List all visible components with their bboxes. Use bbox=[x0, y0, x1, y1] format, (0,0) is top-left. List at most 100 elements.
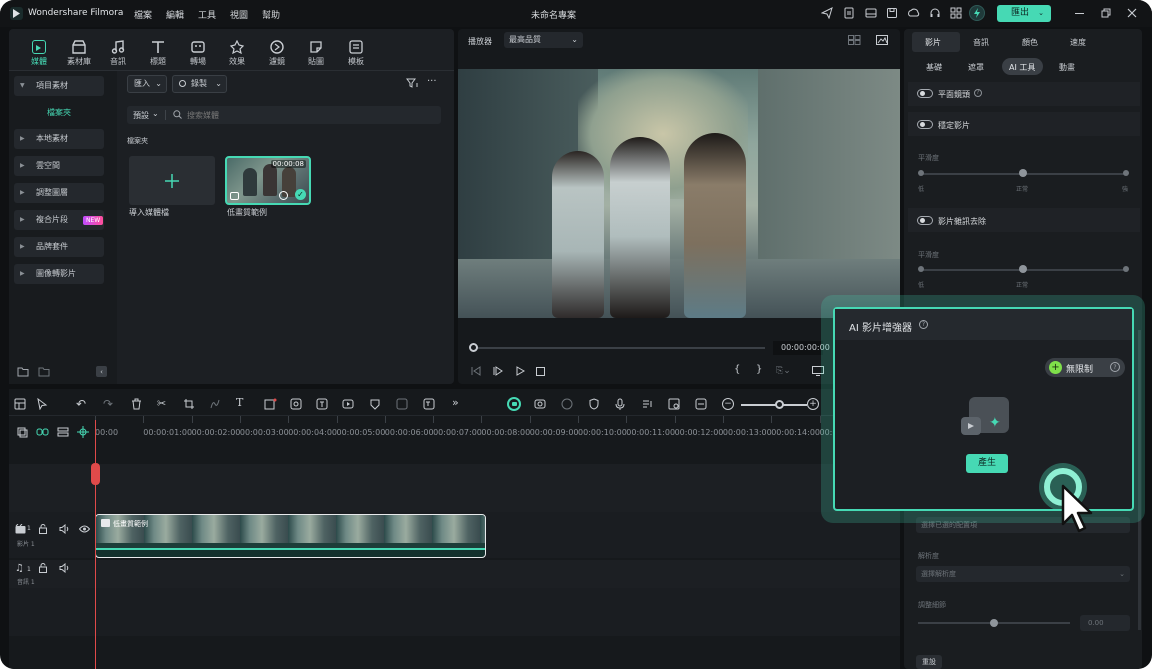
import-dropdown[interactable]: 匯入 ⌄ bbox=[127, 75, 167, 93]
freeze-frame-icon[interactable] bbox=[396, 398, 408, 410]
preset-dropdown[interactable]: 預設 bbox=[133, 110, 149, 121]
stabilize-toggle[interactable] bbox=[917, 120, 933, 129]
zoom-slider[interactable] bbox=[741, 404, 807, 406]
crop-icon[interactable] bbox=[183, 398, 195, 410]
sidebar-item-cloud[interactable]: ▶ 雲空間 bbox=[14, 156, 104, 176]
subtab-mask[interactable]: 遮罩 bbox=[968, 62, 984, 73]
tab-effects[interactable]: 效果 bbox=[217, 40, 257, 67]
shield-icon[interactable] bbox=[588, 398, 600, 410]
scene-detect-icon[interactable] bbox=[534, 398, 547, 410]
tab-audio-props[interactable]: 音訊 bbox=[973, 37, 989, 48]
mark-in-icon[interactable]: { bbox=[734, 364, 740, 375]
fit-timeline-icon[interactable] bbox=[695, 398, 707, 410]
add-track-icon[interactable] bbox=[17, 427, 28, 438]
tab-transition[interactable]: 轉場 bbox=[178, 40, 218, 67]
mute-audio-track-icon[interactable] bbox=[59, 563, 70, 573]
tab-sticker[interactable]: 貼圖 bbox=[296, 40, 336, 67]
cloud-upload-icon[interactable] bbox=[907, 7, 920, 19]
generate-button[interactable]: 產生 bbox=[966, 454, 1008, 473]
filter-sort-icon[interactable] bbox=[406, 78, 418, 88]
denoise-slider-thumb[interactable] bbox=[1019, 265, 1027, 273]
timeline-ruler[interactable]: 00:00 00:00:01:00 00:00:02:00 00:00:03:00 00… bbox=[95, 416, 900, 438]
sidebar-item-local[interactable]: ▶ 本地素材 bbox=[14, 129, 104, 149]
music-edit-icon[interactable] bbox=[641, 398, 653, 410]
sidebar-item-adjustment[interactable]: ▶ 調整圖層 bbox=[14, 183, 104, 203]
menu-view[interactable]: 視圖 bbox=[230, 8, 248, 21]
tab-video[interactable]: 影片 bbox=[925, 37, 941, 48]
tab-stock[interactable]: 素材庫 bbox=[59, 40, 99, 67]
more-options-icon[interactable]: ··· bbox=[427, 76, 437, 87]
quality-dropdown[interactable]: 最高品質 ⌄ bbox=[504, 32, 583, 48]
delete-icon[interactable] bbox=[230, 192, 239, 200]
delete-clip-icon[interactable] bbox=[131, 398, 142, 410]
video-preview[interactable] bbox=[458, 69, 900, 318]
new-folder-icon[interactable] bbox=[17, 367, 29, 377]
undo-icon[interactable]: ↶ bbox=[76, 397, 86, 411]
layout-toggle-icon[interactable] bbox=[14, 398, 26, 410]
ai-assistant-icon[interactable] bbox=[507, 397, 521, 411]
zoom-out-icon[interactable]: − bbox=[722, 398, 734, 410]
document-icon[interactable] bbox=[843, 7, 855, 19]
select-tool-icon[interactable] bbox=[36, 398, 48, 410]
tab-filter[interactable]: 濾鏡 bbox=[257, 40, 297, 67]
audio-detach-icon[interactable] bbox=[209, 398, 221, 410]
marker-icon[interactable]: ⎘⌄ bbox=[776, 366, 791, 376]
playhead[interactable] bbox=[95, 420, 96, 669]
zoom-slider-thumb[interactable] bbox=[775, 400, 784, 409]
menu-edit[interactable]: 編輯 bbox=[166, 8, 184, 21]
save-icon[interactable] bbox=[886, 7, 898, 19]
reset-button[interactable]: 重設 bbox=[916, 655, 942, 669]
play-reverse-icon[interactable] bbox=[493, 366, 503, 376]
headset-icon[interactable] bbox=[929, 7, 941, 19]
help-icon[interactable]: ? bbox=[1110, 362, 1120, 372]
mute-track-icon[interactable] bbox=[59, 524, 70, 534]
lock-track-icon[interactable] bbox=[38, 524, 48, 534]
denoise-toggle[interactable] bbox=[917, 216, 933, 225]
search-input[interactable] bbox=[187, 108, 427, 122]
playhead-handle[interactable] bbox=[91, 463, 100, 485]
zoom-in-icon[interactable]: + bbox=[807, 398, 819, 410]
menu-help[interactable]: 幫助 bbox=[262, 8, 280, 21]
transform-icon[interactable] bbox=[264, 398, 277, 410]
text-tool-icon[interactable]: T bbox=[236, 396, 243, 409]
more-tools-icon[interactable]: » bbox=[452, 396, 459, 409]
split-icon[interactable]: ✂ bbox=[157, 397, 166, 410]
restore-icon[interactable] bbox=[1101, 8, 1111, 18]
menu-tools[interactable]: 工具 bbox=[198, 8, 216, 21]
playback-scrubber[interactable] bbox=[469, 343, 478, 352]
tab-audio[interactable]: 音訊 bbox=[98, 40, 138, 67]
sidebar-item-brand[interactable]: ▶ 品牌套件 bbox=[14, 237, 104, 257]
ai-translate-icon[interactable] bbox=[423, 398, 435, 410]
sidebar-item-compound[interactable]: ▶ 複合片段 NEW bbox=[14, 210, 104, 230]
tab-title[interactable]: 標題 bbox=[138, 40, 178, 67]
image-insert-icon[interactable] bbox=[668, 398, 680, 410]
tab-speed[interactable]: 速度 bbox=[1070, 37, 1086, 48]
mark-out-icon[interactable]: } bbox=[756, 364, 762, 375]
subtab-animation[interactable]: 動畫 bbox=[1059, 62, 1075, 73]
tab-media[interactable]: 媒體 bbox=[19, 40, 59, 67]
redo-icon[interactable]: ↷ bbox=[103, 397, 113, 411]
collapse-sidebar-icon[interactable]: ‹ bbox=[96, 366, 107, 377]
adjust-value-input[interactable]: 0.00 bbox=[1080, 615, 1130, 631]
resolution-dropdown[interactable]: 選擇解析度 ⌄ bbox=[916, 566, 1130, 582]
track-manager-icon[interactable] bbox=[57, 427, 69, 437]
stabilize-slider-thumb[interactable] bbox=[1019, 169, 1027, 177]
playback-progress-track[interactable] bbox=[470, 347, 765, 349]
menu-file[interactable]: 檔案 bbox=[134, 8, 152, 21]
microphone-icon[interactable] bbox=[615, 398, 625, 410]
snapshot-icon[interactable] bbox=[876, 35, 888, 45]
color-match-icon[interactable] bbox=[290, 398, 302, 410]
folder-icon[interactable] bbox=[38, 367, 50, 377]
play-icon[interactable] bbox=[515, 366, 525, 376]
sidebar-item-project-media[interactable]: ▼ 項目素材 bbox=[14, 76, 104, 96]
stop-icon[interactable] bbox=[536, 367, 545, 376]
layout-icon[interactable] bbox=[865, 7, 877, 19]
export-button[interactable]: 匯出 ⌄ bbox=[997, 5, 1051, 22]
help-icon[interactable]: ? bbox=[974, 89, 982, 97]
tab-template[interactable]: 模板 bbox=[336, 40, 376, 67]
text-to-speech-icon[interactable] bbox=[316, 398, 328, 410]
import-media-tile[interactable] bbox=[129, 156, 215, 205]
help-icon[interactable]: ? bbox=[919, 320, 928, 329]
minimize-icon[interactable] bbox=[1075, 13, 1084, 14]
snap-icon[interactable] bbox=[77, 426, 89, 438]
